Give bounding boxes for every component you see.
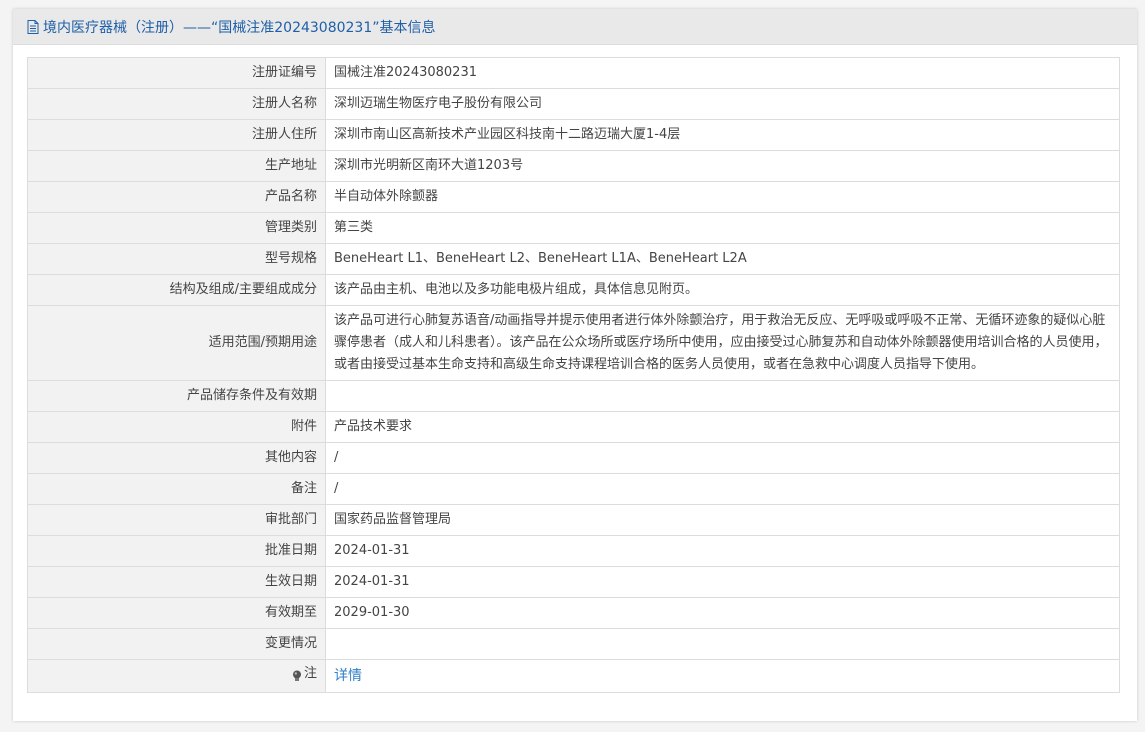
table-row: 产品名称 半自动体外除颤器 (27, 181, 1120, 213)
note-label-wrap: 注 (292, 663, 317, 685)
row-label-management-class: 管理类别 (27, 212, 326, 244)
row-value-registrant-name: 深圳迈瑞生物医疗电子股份有限公司 (325, 88, 1120, 120)
note-label-text: 注 (303, 665, 317, 681)
table-row: 有效期至 2029-01-30 (27, 597, 1120, 629)
info-table: 注册证编号 国械注准20243080231 注册人名称 深圳迈瑞生物医疗电子股份… (27, 57, 1120, 693)
table-row: 结构及组成/主要组成成分 该产品由主机、电池以及多功能电极片组成，具体信息见附页… (27, 274, 1120, 306)
panel-title: 境内医疗器械（注册）——“国械注准20243080231”基本信息 (43, 19, 436, 36)
row-value-effective-date: 2024-01-31 (325, 566, 1120, 598)
table-row: 变更情况 (27, 628, 1120, 660)
table-row: 备注 / (27, 473, 1120, 505)
row-value-approval-dept: 国家药品监督管理局 (325, 504, 1120, 536)
table-row: 生效日期 2024-01-31 (27, 566, 1120, 598)
row-value-other: / (325, 442, 1120, 474)
table-row: 注 详情 (27, 659, 1120, 693)
table-row: 生产地址 深圳市光明新区南环大道1203号 (27, 150, 1120, 182)
row-label-intended-use: 适用范围/预期用途 (27, 305, 326, 381)
row-value-expiry-date: 2029-01-30 (325, 597, 1120, 629)
row-value-model-spec: BeneHeart L1、BeneHeart L2、BeneHeart L1A、… (325, 243, 1120, 275)
row-value-production-address: 深圳市光明新区南环大道1203号 (325, 150, 1120, 182)
row-label-remarks: 备注 (27, 473, 326, 505)
row-value-structure: 该产品由主机、电池以及多功能电极片组成，具体信息见附页。 (325, 274, 1120, 306)
row-label-changes: 变更情况 (27, 628, 326, 660)
table-row: 管理类别 第三类 (27, 212, 1120, 244)
row-label-production-address: 生产地址 (27, 150, 326, 182)
row-label-note: 注 (27, 659, 326, 693)
row-label-effective-date: 生效日期 (27, 566, 326, 598)
row-value-storage (325, 380, 1120, 412)
row-label-other: 其他内容 (27, 442, 326, 474)
table-row: 注册人名称 深圳迈瑞生物医疗电子股份有限公司 (27, 88, 1120, 120)
table-row: 适用范围/预期用途 该产品可进行心肺复苏语音/动画指导并提示使用者进行体外除颤治… (27, 305, 1120, 381)
row-label-attachment: 附件 (27, 411, 326, 443)
row-label-product-name: 产品名称 (27, 181, 326, 213)
row-value-approval-date: 2024-01-31 (325, 535, 1120, 567)
table-row: 附件 产品技术要求 (27, 411, 1120, 443)
table-row: 其他内容 / (27, 442, 1120, 474)
row-value-management-class: 第三类 (325, 212, 1120, 244)
panel-header: 境内医疗器械（注册）——“国械注准20243080231”基本信息 (13, 9, 1137, 45)
row-label-approval-date: 批准日期 (27, 535, 326, 567)
document-icon (27, 19, 39, 34)
row-value-product-name: 半自动体外除颤器 (325, 181, 1120, 213)
row-value-remarks: / (325, 473, 1120, 505)
table-row: 注册证编号 国械注准20243080231 (27, 57, 1120, 89)
row-label-registrant-address: 注册人住所 (27, 119, 326, 151)
row-value-note: 详情 (325, 659, 1120, 693)
lightbulb-icon (292, 668, 302, 681)
table-row: 注册人住所 深圳市南山区高新技术产业园区科技南十二路迈瑞大厦1-4层 (27, 119, 1120, 151)
row-value-attachment: 产品技术要求 (325, 411, 1120, 443)
details-link[interactable]: 详情 (334, 668, 362, 684)
table-row: 型号规格 BeneHeart L1、BeneHeart L2、BeneHeart… (27, 243, 1120, 275)
row-value-registrant-address: 深圳市南山区高新技术产业园区科技南十二路迈瑞大厦1-4层 (325, 119, 1120, 151)
row-label-storage: 产品储存条件及有效期 (27, 380, 326, 412)
row-label-approval-dept: 审批部门 (27, 504, 326, 536)
row-label-registrant-name: 注册人名称 (27, 88, 326, 120)
row-value-registration-number: 国械注准20243080231 (325, 57, 1120, 89)
table-row: 产品储存条件及有效期 (27, 380, 1120, 412)
row-label-registration-number: 注册证编号 (27, 57, 326, 89)
row-value-intended-use: 该产品可进行心肺复苏语音/动画指导并提示使用者进行体外除颤治疗，用于救治无反应、… (325, 305, 1120, 381)
table-row: 审批部门 国家药品监督管理局 (27, 504, 1120, 536)
row-value-changes (325, 628, 1120, 660)
info-panel: 境内医疗器械（注册）——“国械注准20243080231”基本信息 注册证编号 … (13, 9, 1137, 721)
table-row: 批准日期 2024-01-31 (27, 535, 1120, 567)
row-label-expiry-date: 有效期至 (27, 597, 326, 629)
row-label-structure: 结构及组成/主要组成成分 (27, 274, 326, 306)
row-label-model-spec: 型号规格 (27, 243, 326, 275)
